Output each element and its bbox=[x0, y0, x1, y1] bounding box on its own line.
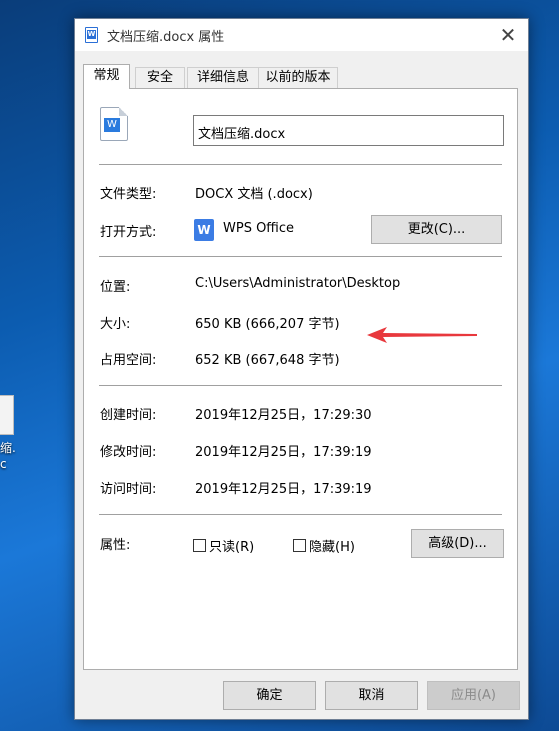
close-icon[interactable]: ✕ bbox=[496, 23, 520, 47]
hidden-label: 隐藏(H) bbox=[309, 540, 355, 555]
general-panel: W 文件类型: DOCX 文档 (.docx) 打开方式: W WPS Offi… bbox=[83, 88, 518, 670]
accessed-value: 2019年12月25日，17:39:19 bbox=[195, 482, 372, 497]
modified-value: 2019年12月25日，17:39:19 bbox=[195, 445, 372, 460]
created-value: 2019年12月25日，17:29:30 bbox=[195, 408, 372, 423]
location-label: 位置: bbox=[100, 280, 131, 295]
word-w-icon: W bbox=[104, 118, 120, 132]
tab-previous-versions[interactable]: 以前的版本 bbox=[258, 67, 338, 88]
location-value: C:\Users\Administrator\Desktop bbox=[195, 276, 401, 291]
separator bbox=[99, 514, 502, 515]
annotation-arrow-icon bbox=[367, 327, 477, 343]
wps-office-icon: W bbox=[194, 219, 214, 241]
size-on-disk-value: 652 KB (667,648 字节) bbox=[195, 353, 340, 368]
separator bbox=[99, 164, 502, 165]
desktop-file-label-line1: 缩. bbox=[0, 441, 16, 455]
accessed-label: 访问时间: bbox=[100, 482, 157, 497]
tab-details[interactable]: 详细信息 bbox=[187, 67, 259, 88]
apply-button[interactable]: 应用(A) bbox=[427, 681, 520, 710]
attributes-label: 属性: bbox=[100, 538, 131, 553]
desktop-file-icon[interactable] bbox=[0, 395, 14, 435]
cancel-button[interactable]: 取消 bbox=[325, 681, 418, 710]
tab-security[interactable]: 安全 bbox=[135, 67, 185, 88]
created-label: 创建时间: bbox=[100, 408, 157, 423]
separator bbox=[99, 256, 502, 257]
advanced-button[interactable]: 高级(D)... bbox=[411, 529, 504, 558]
change-button[interactable]: 更改(C)... bbox=[371, 215, 502, 244]
opens-with-label: 打开方式: bbox=[100, 225, 157, 240]
readonly-label: 只读(R) bbox=[209, 540, 255, 555]
size-label: 大小: bbox=[100, 317, 131, 332]
word-document-icon bbox=[85, 27, 98, 43]
title-bar[interactable]: 文档压缩.docx 属性 ✕ bbox=[75, 19, 528, 51]
desktop-file-label[interactable]: 缩. c bbox=[0, 440, 30, 472]
separator bbox=[99, 385, 502, 386]
checkbox-box[interactable] bbox=[293, 539, 306, 552]
opens-with-value: WPS Office bbox=[223, 221, 295, 236]
file-type-value: DOCX 文档 (.docx) bbox=[195, 187, 313, 202]
hidden-checkbox[interactable]: 隐藏(H) bbox=[293, 536, 355, 555]
properties-dialog: 文档压缩.docx 属性 ✕ 常规 安全 详细信息 以前的版本 W 文件类型: … bbox=[74, 18, 529, 720]
file-name-input[interactable] bbox=[193, 115, 504, 146]
tab-general[interactable]: 常规 bbox=[83, 64, 130, 89]
size-on-disk-label: 占用空间: bbox=[100, 353, 157, 368]
desktop-file-label-line2: c bbox=[0, 457, 7, 471]
ok-button[interactable]: 确定 bbox=[223, 681, 316, 710]
docx-file-icon: W bbox=[100, 107, 128, 141]
checkbox-box[interactable] bbox=[193, 539, 206, 552]
file-type-label: 文件类型: bbox=[100, 187, 157, 202]
readonly-checkbox[interactable]: 只读(R) bbox=[193, 536, 254, 555]
modified-label: 修改时间: bbox=[100, 445, 157, 460]
dialog-title: 文档压缩.docx 属性 bbox=[107, 30, 225, 45]
size-value: 650 KB (666,207 字节) bbox=[195, 317, 340, 332]
